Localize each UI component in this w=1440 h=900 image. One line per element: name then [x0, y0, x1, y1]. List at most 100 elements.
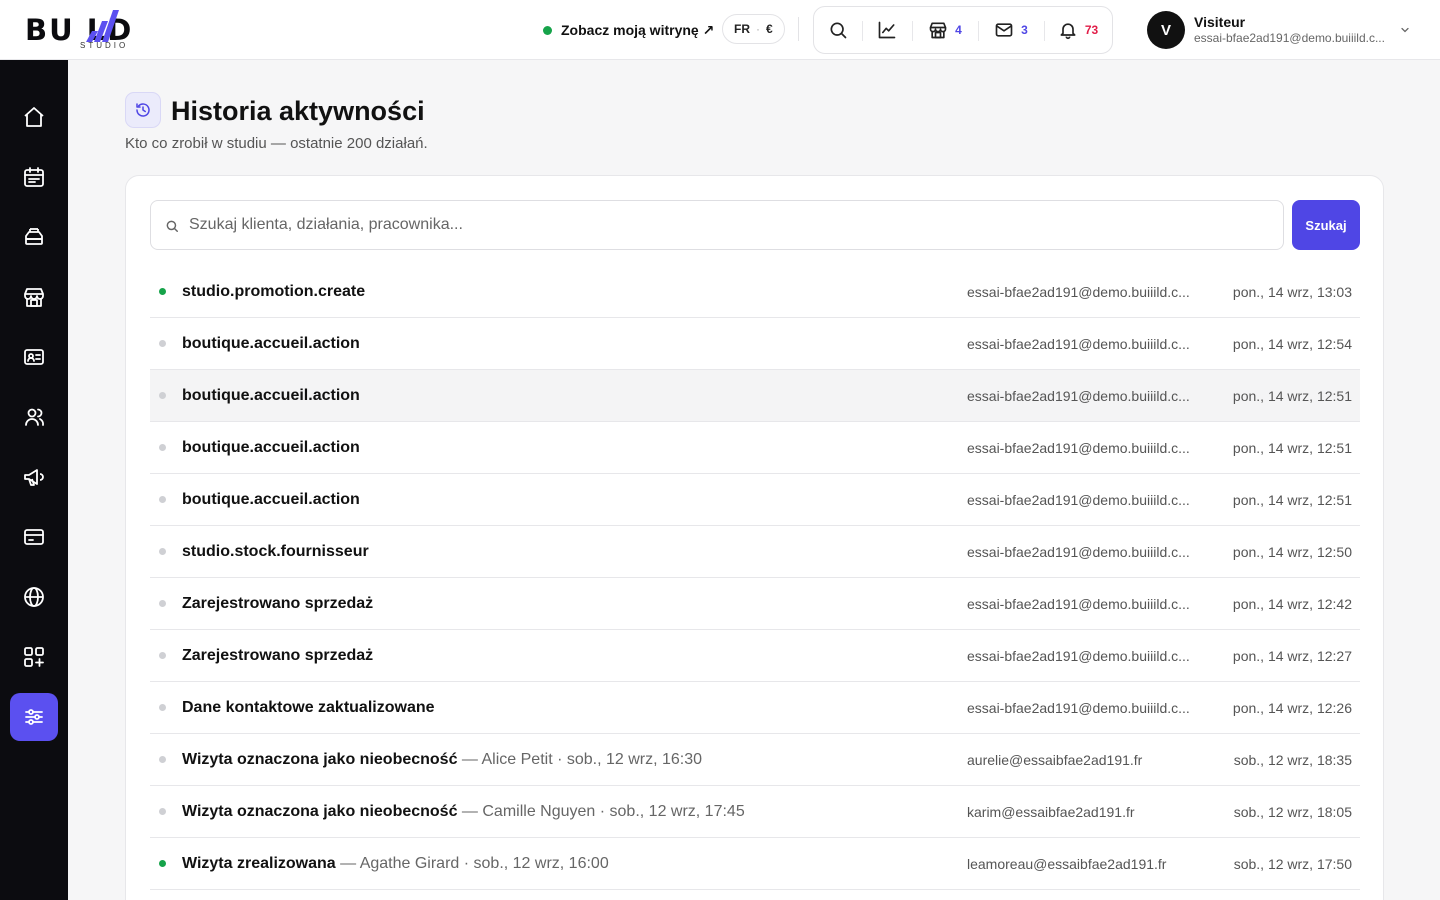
activity-user: essai-bfae2ad191@demo.buiiild.c... [967, 648, 1190, 664]
status-dot [159, 444, 166, 451]
chevron-down-icon [1401, 27, 1409, 33]
currency-symbol: € [766, 22, 773, 36]
sidebar-item-clients[interactable] [10, 333, 58, 381]
sidebar-item-payments[interactable] [10, 513, 58, 561]
activity-user: aurelie@essaibfae2ad191.fr [967, 752, 1143, 768]
activity-row[interactable]: boutique.accueil.action essai-bfae2ad191… [150, 422, 1360, 474]
build-studio-logo[interactable]: BU LD STUDIO [25, 8, 185, 52]
activity-row[interactable]: boutique.accueil.action essai-bfae2ad191… [150, 370, 1360, 422]
activity-detail: — Agathe Girard · sob., 12 wrz, 16:00 [335, 855, 609, 872]
activity-row[interactable]: boutique.accueil.action essai-bfae2ad191… [150, 318, 1360, 370]
activity-title: Dane kontaktowe zaktualizowane [182, 682, 435, 734]
activity-user: leamoreau@essaibfae2ad191.fr [967, 856, 1167, 872]
language-currency-selector[interactable]: FR · € [722, 14, 785, 44]
activity-detail: — Alice Petit · sob., 12 wrz, 16:30 [457, 751, 703, 768]
activity-user: karim@essaibfae2ad191.fr [967, 804, 1135, 820]
activity-row[interactable]: studio.stock.fournisseur essai-bfae2ad19… [150, 526, 1360, 578]
search-input[interactable] [189, 201, 1269, 249]
activity-row[interactable]: boutique.accueil.action essai-bfae2ad191… [150, 474, 1360, 526]
notification-count: 73 [1084, 23, 1099, 37]
activity-row[interactable]: Wizyta oznaczona jako nieobecność — Cami… [150, 786, 1360, 838]
user-name: Visiteur [1194, 14, 1246, 30]
analytics-button[interactable] [862, 7, 912, 53]
activity-row[interactable]: Wizyta zrealizowana — Agathe Girard · so… [150, 838, 1360, 890]
activity-user: essai-bfae2ad191@demo.buiiild.c... [967, 596, 1190, 612]
page-title: Historia aktywności [171, 96, 425, 126]
services-icon [25, 228, 43, 245]
avatar: V [1147, 11, 1185, 49]
sidebar-item-settings[interactable] [10, 693, 58, 741]
activity-title: boutique.accueil.action [182, 318, 360, 370]
sidebar-item-apps[interactable] [10, 633, 58, 681]
search-icon [830, 22, 847, 39]
user-email: essai-bfae2ad191@demo.buiiild.c... [1194, 31, 1385, 45]
home-icon [24, 107, 44, 127]
activity-action: boutique.accueil.action [182, 387, 360, 404]
activity-row[interactable]: Zarejestrowano sprzedaż essai-bfae2ad191… [150, 578, 1360, 630]
page-subtitle: Kto co zrobił w studiu — ostatnie 200 dz… [125, 135, 428, 152]
activity-action: Wizyta oznaczona jako nieobecność [182, 803, 458, 820]
chart-line-icon [878, 21, 896, 39]
sidebar-item-calendar[interactable] [10, 153, 58, 201]
activity-action: boutique.accueil.action [182, 439, 360, 456]
activity-user: essai-bfae2ad191@demo.buiiild.c... [967, 336, 1190, 352]
bell-icon [1060, 23, 1076, 40]
status-dot [159, 392, 166, 399]
contact-card-icon [24, 349, 44, 365]
history-icon [125, 92, 161, 128]
activity-action: Zarejestrowano sprzedaż [182, 595, 374, 612]
search-field [150, 200, 1284, 250]
activity-user: essai-bfae2ad191@demo.buiiild.c... [967, 700, 1190, 716]
activity-user: essai-bfae2ad191@demo.buiiild.c... [967, 388, 1190, 404]
activity-action: boutique.accueil.action [182, 491, 360, 508]
shop-icon [24, 288, 44, 307]
activity-title: studio.stock.fournisseur [182, 526, 369, 578]
view-my-site-link[interactable]: Zobacz moją witrynę ↗ [543, 19, 714, 41]
activity-title: boutique.accueil.action [182, 370, 360, 422]
site-online-dot [543, 25, 552, 35]
activity-user: essai-bfae2ad191@demo.buiiild.c... [967, 440, 1190, 456]
sidebar-item-marketing[interactable] [10, 453, 58, 501]
activity-card: Szukaj studio.promotion.create essai-bfa… [125, 175, 1384, 900]
activity-time: pon., 14 wrz, 12:51 [1232, 388, 1352, 404]
store-icon [929, 22, 947, 39]
view-my-site-label: Zobacz moją witrynę ↗ [561, 21, 715, 38]
activity-action: Wizyta zrealizowana [182, 855, 336, 872]
globe-icon [24, 587, 44, 607]
activity-row[interactable]: Zarejestrowano sprzedaż essai-bfae2ad191… [150, 630, 1360, 682]
notifications-button[interactable]: 73 [1044, 7, 1112, 53]
status-dot [159, 340, 166, 347]
header-tools: 4 3 73 [813, 6, 1113, 54]
activity-action: Dane kontaktowe zaktualizowane [182, 699, 435, 716]
activity-title: Wizyta oznaczona jako nieobecność — Alic… [182, 734, 702, 786]
sidebar-item-website[interactable] [10, 573, 58, 621]
sidebar-item-services[interactable] [10, 213, 58, 261]
search-button[interactable] [814, 7, 862, 53]
mail-count: 3 [1021, 23, 1028, 37]
sidebar-item-shop[interactable] [10, 273, 58, 321]
settings-sliders-icon [25, 709, 43, 725]
activity-row[interactable]: Dane kontaktowe zaktualizowane essai-bfa… [150, 682, 1360, 734]
sidebar-item-team[interactable] [10, 393, 58, 441]
activity-action: Wizyta oznaczona jako nieobecność [182, 751, 458, 768]
activity-time: pon., 14 wrz, 12:50 [1232, 544, 1352, 560]
megaphone-icon [24, 469, 44, 486]
sidebar-item-home[interactable] [10, 93, 58, 141]
activity-title: Zarejestrowano sprzedaż [182, 630, 373, 682]
user-menu[interactable]: V Visiteur essai-bfae2ad191@demo.buiiild… [1147, 10, 1417, 50]
activity-time: pon., 14 wrz, 13:03 [1232, 284, 1352, 300]
activity-action: studio.stock.fournisseur [182, 543, 369, 560]
activity-time: sob., 12 wrz, 17:50 [1233, 856, 1352, 872]
status-dot [159, 652, 166, 659]
messages-button[interactable]: 3 [978, 7, 1044, 53]
activity-row[interactable]: studio.promotion.create essai-bfae2ad191… [150, 266, 1360, 318]
lang-separator: · [756, 22, 760, 36]
apps-icon [24, 647, 44, 667]
sidebar [0, 60, 68, 900]
activity-row[interactable]: Wizyta oznaczona jako nieobecność — Alic… [150, 734, 1360, 786]
language-code: FR [734, 22, 750, 36]
logo-subtitle: STUDIO [80, 41, 129, 50]
search-submit-button[interactable]: Szukaj [1292, 200, 1360, 250]
shop-button[interactable]: 4 [912, 7, 978, 53]
activity-time: pon., 14 wrz, 12:51 [1232, 492, 1352, 508]
